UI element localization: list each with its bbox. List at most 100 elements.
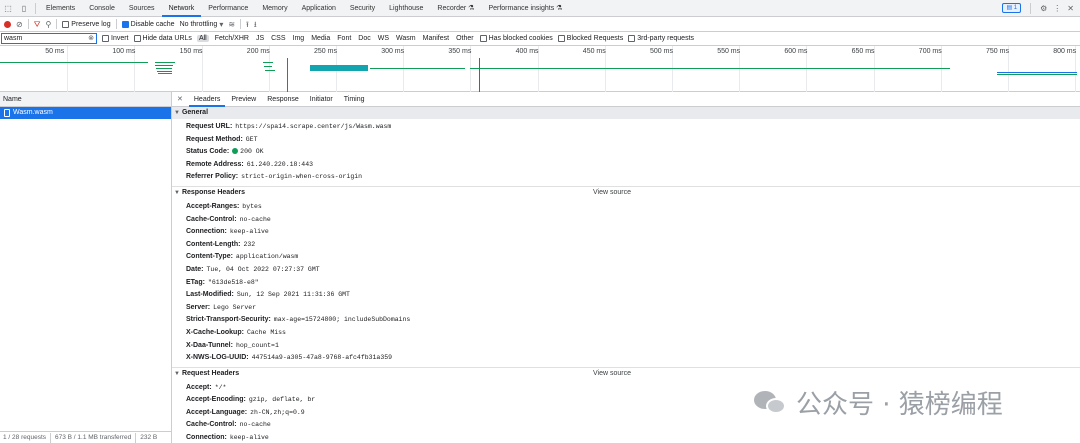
tab-response[interactable]: Response [262, 92, 304, 107]
divider [135, 432, 137, 443]
tab-initiator[interactable]: Initiator [305, 92, 338, 107]
blocked-requests-label: Blocked Requests [566, 35, 624, 42]
header-row: X-Cache-Lookup: Cache Miss [186, 327, 1080, 340]
tab-application[interactable]: Application [295, 0, 343, 17]
header-row: Status Code: 200 OK [186, 146, 1080, 159]
filter-type-img[interactable]: Img [292, 35, 306, 42]
request-row[interactable]: Wasm.wasm [0, 107, 171, 119]
header-row: Last-Modified: Sun, 12 Sep 2021 11:31:36 … [186, 289, 1080, 302]
header-value[interactable]: */* [215, 384, 227, 391]
filter-icon[interactable]: ⛛ [34, 17, 41, 32]
search-icon[interactable]: ⚲ [45, 17, 51, 32]
header-value[interactable]: 447514a9-a305-47a8-9768-afc4fb31a359 [252, 354, 392, 361]
header-key: Content-Length: [186, 240, 241, 248]
tab-headers[interactable]: Headers [188, 92, 226, 107]
header-value[interactable]: Cache Miss [247, 329, 286, 336]
device-toolbar-icon[interactable]: ▯ [16, 0, 32, 17]
header-value[interactable]: bytes [242, 203, 262, 210]
request-headers-section-header[interactable]: ▼ Request Headers View source [172, 368, 1080, 380]
disable-cache-checkbox[interactable]: Disable cache [121, 20, 175, 28]
invert-checkbox[interactable]: Invert [102, 35, 129, 42]
throttling-select[interactable]: No throttling ▾ [180, 17, 224, 32]
preserve-log-checkbox[interactable]: Preserve log [62, 20, 111, 28]
header-value[interactable]: Sun, 12 Sep 2021 11:31:36 GMT [237, 291, 350, 298]
tab-memory[interactable]: Memory [255, 0, 294, 17]
inspect-element-icon[interactable]: ⬚ [0, 0, 16, 17]
tab-network[interactable]: Network [161, 0, 202, 17]
filter-type-css[interactable]: CSS [270, 35, 286, 42]
tab-performance[interactable]: Performance [201, 0, 255, 17]
tab-lighthouse[interactable]: Lighthouse [382, 0, 430, 17]
view-source-link[interactable]: View source [593, 368, 631, 380]
tab-security[interactable]: Security [343, 0, 382, 17]
filter-type-all[interactable]: All [196, 35, 209, 42]
network-overview-timeline[interactable]: 50 ms 100 ms 150 ms 200 ms 250 ms 300 ms 350 m… [0, 46, 1080, 92]
request-count: 1 / 28 requests [3, 434, 46, 441]
more-vertical-icon[interactable]: ⋮ [1053, 1, 1061, 16]
response-headers-section-header[interactable]: ▼ Response Headers View source [172, 187, 1080, 199]
wifi-icon[interactable]: ≋ [228, 17, 235, 32]
header-value[interactable]: keep-alive [230, 228, 269, 235]
header-value[interactable]: gzip, deflate, br [249, 396, 315, 403]
issues-badge[interactable]: ▤ 1 [1002, 3, 1022, 13]
export-har-icon[interactable]: ⭳ [254, 17, 257, 32]
header-value[interactable]: application/wasm [236, 253, 298, 260]
waterfall-bar [263, 62, 273, 63]
header-value[interactable]: GET [246, 136, 258, 143]
filter-type-wasm[interactable]: Wasm [395, 35, 417, 42]
filter-type-ws[interactable]: WS [377, 35, 390, 42]
header-value[interactable]: no-cache [240, 216, 271, 223]
header-value[interactable]: keep-alive [230, 434, 269, 441]
close-detail-icon[interactable]: ✕ [177, 95, 188, 103]
waterfall-bar [370, 68, 465, 69]
header-value[interactable]: https://spa14.scrape.center/js/Wasm.wasm [235, 123, 391, 130]
checkbox-box [62, 20, 70, 28]
filter-type-fetch-xhr[interactable]: Fetch/XHR [214, 35, 250, 42]
general-section-header[interactable]: ▼ General [172, 107, 1080, 119]
clear-icon[interactable]: ⊘ [16, 17, 23, 32]
header-value[interactable]: 232 [243, 241, 255, 248]
tab-performance-insights[interactable]: Performance insights ⚗ [481, 0, 569, 17]
blocked-cookies-checkbox[interactable]: Has blocked cookies [479, 35, 553, 42]
waterfall-bar [310, 69, 368, 71]
tab-timing[interactable]: Timing [339, 92, 370, 107]
record-icon[interactable] [4, 20, 11, 28]
view-source-link[interactable]: View source [593, 187, 631, 199]
header-value[interactable]: Lego Server [213, 304, 256, 311]
header-value[interactable]: no-cache [240, 421, 271, 428]
header-value[interactable]: Tue, 04 Oct 2022 07:27:37 GMT [207, 266, 320, 273]
tab-elements[interactable]: Elements [39, 0, 82, 17]
header-value[interactable]: 200 OK [240, 148, 263, 155]
header-row: Request Method: GET [186, 134, 1080, 147]
tab-recorder[interactable]: Recorder ⚗ [430, 0, 481, 17]
filter-type-other[interactable]: Other [455, 35, 475, 42]
header-key: Accept: [186, 383, 212, 391]
header-value[interactable]: max-age=15724800; includeSubDomains [274, 316, 411, 323]
filter-type-media[interactable]: Media [310, 35, 331, 42]
blocked-requests-checkbox[interactable]: Blocked Requests [557, 35, 624, 42]
hide-data-urls-checkbox[interactable]: Hide data URLs [133, 35, 192, 42]
name-column-header[interactable]: Name [0, 92, 171, 107]
hide-data-urls-label: Hide data URLs [142, 35, 192, 42]
file-icon [4, 109, 10, 117]
third-party-checkbox[interactable]: 3rd-party requests [628, 35, 694, 42]
close-icon[interactable]: ✕ [1067, 1, 1074, 16]
tab-sources[interactable]: Sources [122, 0, 162, 17]
timeline-event-marker [479, 58, 480, 92]
header-value[interactable]: zh-CN,zh;q=0.9 [250, 409, 305, 416]
tab-preview[interactable]: Preview [226, 92, 261, 107]
header-value[interactable]: "613de518-e8" [208, 279, 259, 286]
filter-type-font[interactable]: Font [336, 35, 352, 42]
import-har-icon[interactable]: ⭱ [246, 17, 249, 32]
filter-type-doc[interactable]: Doc [357, 35, 371, 42]
header-value[interactable]: strict-origin-when-cross-origin [241, 173, 362, 180]
filter-type-js[interactable]: JS [255, 35, 265, 42]
clear-filter-icon[interactable]: ⊗ [88, 34, 94, 43]
filter-type-manifest[interactable]: Manifest [422, 35, 450, 42]
gear-icon[interactable]: ⚙ [1040, 1, 1047, 16]
divider [1030, 2, 1032, 14]
header-value[interactable]: hop_count=1 [236, 342, 279, 349]
tab-console[interactable]: Console [82, 0, 122, 17]
header-value[interactable]: 61.240.220.18:443 [247, 161, 313, 168]
filter-input[interactable]: wasm ⊗ [1, 33, 97, 44]
